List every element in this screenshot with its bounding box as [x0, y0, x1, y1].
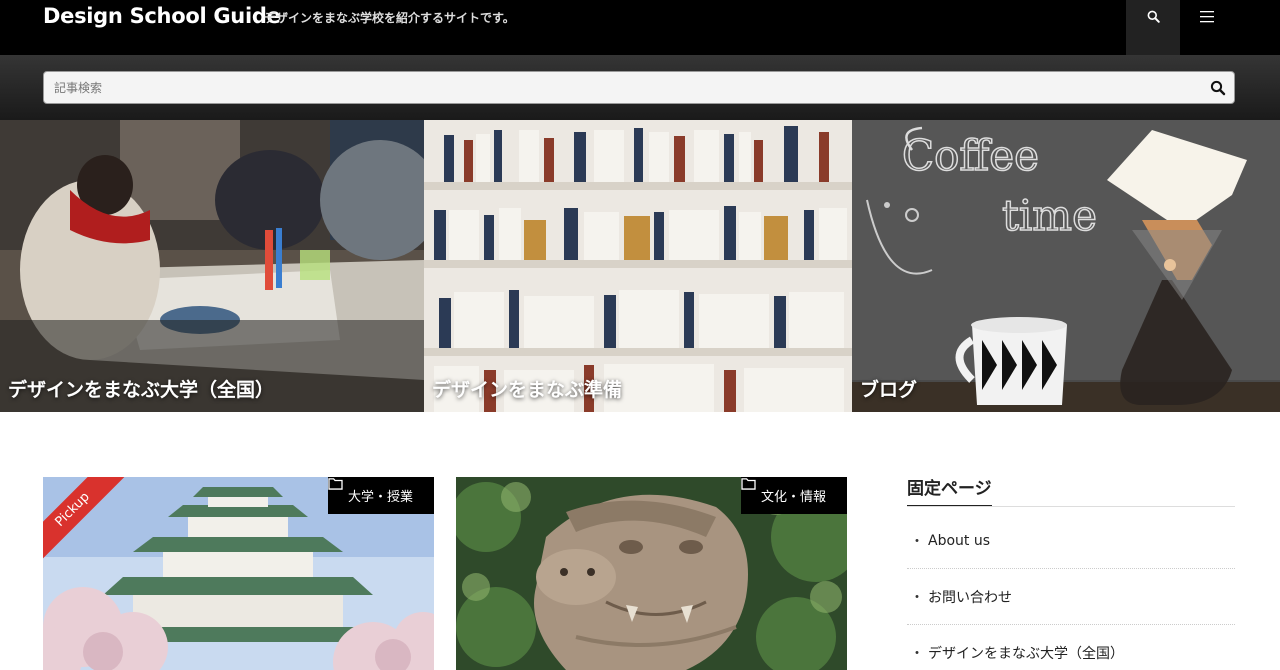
search-input[interactable]: [54, 72, 1194, 103]
stone-lion: [534, 494, 748, 670]
bullet: ・: [910, 645, 924, 662]
tile-design-prep[interactable]: デザインをまなぶ準備: [424, 120, 852, 412]
category-tiles: デザインをまなぶ大学（全国） デザインをまなぶ準備 Coffee time ブロ…: [0, 120, 1280, 412]
search-submit-icon[interactable]: [1210, 80, 1226, 96]
category-label: 大学・授業: [347, 490, 413, 505]
sidebar-divider: [907, 506, 1235, 507]
site-title[interactable]: Design School Guide: [43, 4, 281, 28]
sidebar-item-label[interactable]: お問い合わせ: [928, 587, 1012, 607]
search-icon: [1147, 10, 1160, 23]
hamburger-menu-icon: [1200, 11, 1214, 23]
search-form: [43, 71, 1235, 104]
bullet: ・: [910, 533, 924, 550]
folder-icon: [328, 478, 343, 490]
tile-label: デザインをまなぶ大学（全国）: [8, 379, 275, 401]
site-tagline: デザインをまなぶ学校を紹介するサイトです。: [264, 11, 515, 25]
post-card[interactable]: 文化・情報: [456, 477, 847, 670]
students-photo: [0, 120, 424, 412]
menu-toggle-button[interactable]: [1180, 0, 1234, 55]
svg-text:time: time: [1002, 191, 1097, 240]
search-toggle-button[interactable]: [1126, 0, 1180, 55]
sidebar-item-about[interactable]: ・ About us: [907, 513, 1235, 569]
sidebar-item-universities[interactable]: ・ デザインをまなぶ大学（全国）: [907, 625, 1235, 670]
sidebar-item-label[interactable]: About us: [928, 533, 990, 549]
tile-label: デザインをまなぶ準備: [432, 379, 623, 401]
site-header: Design School Guide デザインをまなぶ学校を紹介するサイトです…: [0, 0, 1280, 55]
post-card[interactable]: Pickup 大学・授業: [43, 477, 434, 670]
tile-label: ブログ: [860, 379, 918, 401]
bullet: ・: [910, 589, 924, 606]
folder-icon: [741, 478, 756, 490]
category-badge[interactable]: 文化・情報: [740, 477, 847, 514]
tile-design-universities[interactable]: デザインをまなぶ大学（全国）: [0, 120, 424, 412]
coffee-photo: Coffee time: [852, 120, 1280, 412]
category-label: 文化・情報: [760, 490, 826, 505]
bookshelf-photo: [424, 120, 852, 412]
svg-text:Coffee: Coffee: [902, 131, 1039, 180]
category-badge[interactable]: 大学・授業: [327, 477, 434, 514]
search-band: [0, 55, 1280, 120]
sidebar-page-list: ・ About us ・ お問い合わせ ・ デザインをまなぶ大学（全国）: [907, 513, 1235, 670]
sidebar-title: 固定ページ: [907, 474, 992, 507]
sidebar-item-contact[interactable]: ・ お問い合わせ: [907, 569, 1235, 625]
tile-blog[interactable]: Coffee time ブログ: [852, 120, 1280, 412]
sidebar-item-label[interactable]: デザインをまなぶ大学（全国）: [928, 643, 1124, 663]
